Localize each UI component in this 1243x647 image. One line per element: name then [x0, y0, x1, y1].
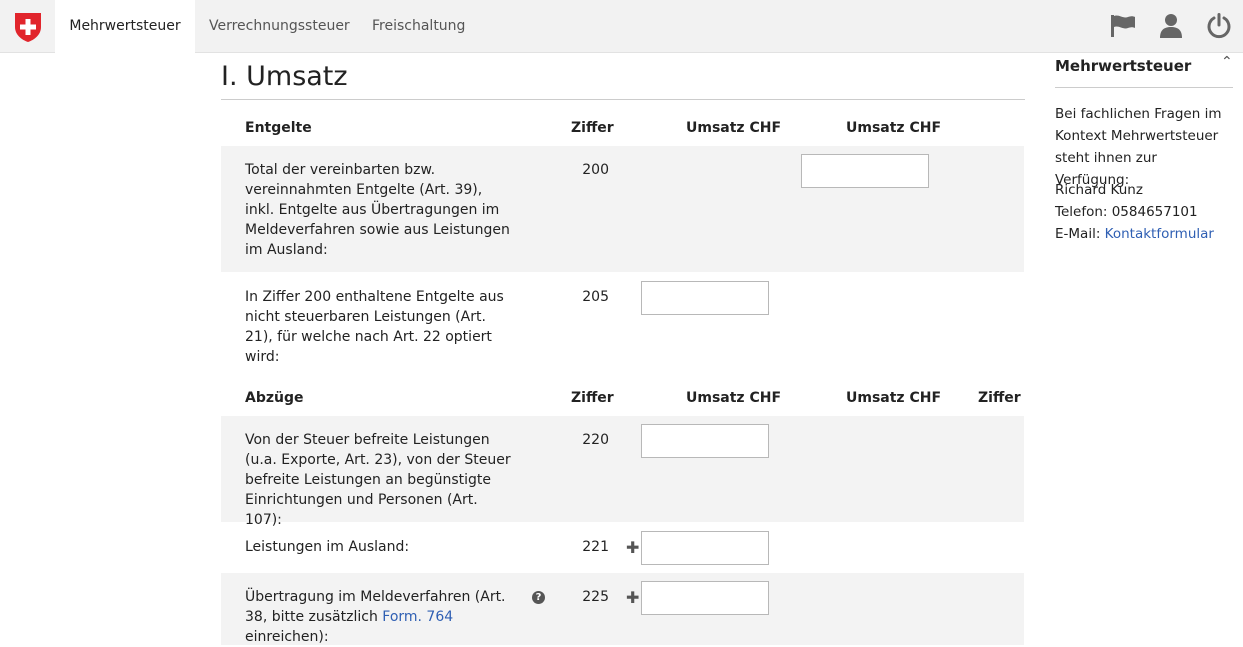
row-220-description: Von der Steuer befreite Leistungen (u.a.…: [245, 432, 511, 528]
header-ziffer-2: Ziffer: [571, 390, 614, 406]
tab-freischaltung[interactable]: Freischaltung: [372, 0, 465, 53]
row-225-description: Übertragung im Meldeverfahren (Art. 38, …: [245, 589, 506, 645]
header-ziffer-3: Ziffer: [978, 390, 1021, 406]
contact-name: Richard Kunz: [1055, 182, 1143, 198]
contact-email: E-Mail: Kontaktformular: [1055, 226, 1214, 242]
tab-mehrwertsteuer[interactable]: Mehrwertsteuer: [55, 0, 195, 53]
sidebar-divider: [1055, 87, 1233, 88]
top-navigation: Mehrwertsteuer Verrechnungssteuer Freisc…: [0, 0, 1243, 53]
plus-icon: ✚: [626, 538, 640, 557]
flag-icon[interactable]: [1107, 10, 1139, 42]
contact-phone: Telefon: 0584657101: [1055, 204, 1198, 220]
header-umsatz-chf-1: Umsatz CHF: [686, 120, 782, 136]
input-ziffer-221[interactable]: [641, 531, 769, 565]
power-icon[interactable]: [1203, 10, 1235, 42]
row-221-description: Leistungen im Ausland:: [245, 539, 410, 555]
row-221-ziffer: 221: [582, 539, 609, 555]
row-225-ziffer: 225: [582, 589, 609, 605]
tab-verrechnungssteuer[interactable]: Verrechnungssteuer: [209, 0, 350, 53]
header-umsatz-chf-3: Umsatz CHF: [686, 390, 782, 406]
header-ziffer: Ziffer: [571, 120, 614, 136]
plus-icon: ✚: [626, 588, 640, 607]
user-icon[interactable]: [1155, 10, 1187, 42]
row-200-description: Total der vereinbarten bzw. vereinnahmte…: [245, 162, 510, 258]
form-764-link[interactable]: Form. 764: [382, 609, 453, 625]
input-ziffer-205[interactable]: [641, 281, 769, 315]
contact-form-link[interactable]: Kontaktformular: [1105, 226, 1214, 242]
row-205-ziffer: 205: [582, 289, 609, 305]
row-220-ziffer: 220: [582, 432, 609, 448]
swiss-shield-icon: [14, 12, 41, 42]
title-divider: [221, 99, 1025, 100]
sidebar-intro: Bei fachlichen Fragen im Kontext Mehrwer…: [1055, 106, 1222, 188]
header-umsatz-chf-2: Umsatz CHF: [846, 120, 942, 136]
header-abzuege: Abzüge: [245, 390, 304, 406]
input-ziffer-225[interactable]: [641, 581, 769, 615]
sidebar-title: Mehrwertsteuer: [1055, 57, 1192, 75]
swiss-cross-logo[interactable]: [0, 0, 55, 53]
header-umsatz-chf-4: Umsatz CHF: [846, 390, 942, 406]
input-ziffer-200[interactable]: [801, 154, 929, 188]
input-ziffer-220[interactable]: [641, 424, 769, 458]
row-200-ziffer: 200: [582, 162, 609, 178]
header-entgelte: Entgelte: [245, 120, 312, 136]
chevron-up-icon[interactable]: ⌃: [1221, 54, 1233, 70]
page-title: I. Umsatz: [221, 61, 348, 92]
row-205-description: In Ziffer 200 enthaltene Entgelte aus ni…: [245, 289, 504, 365]
help-icon[interactable]: ?: [532, 591, 545, 604]
